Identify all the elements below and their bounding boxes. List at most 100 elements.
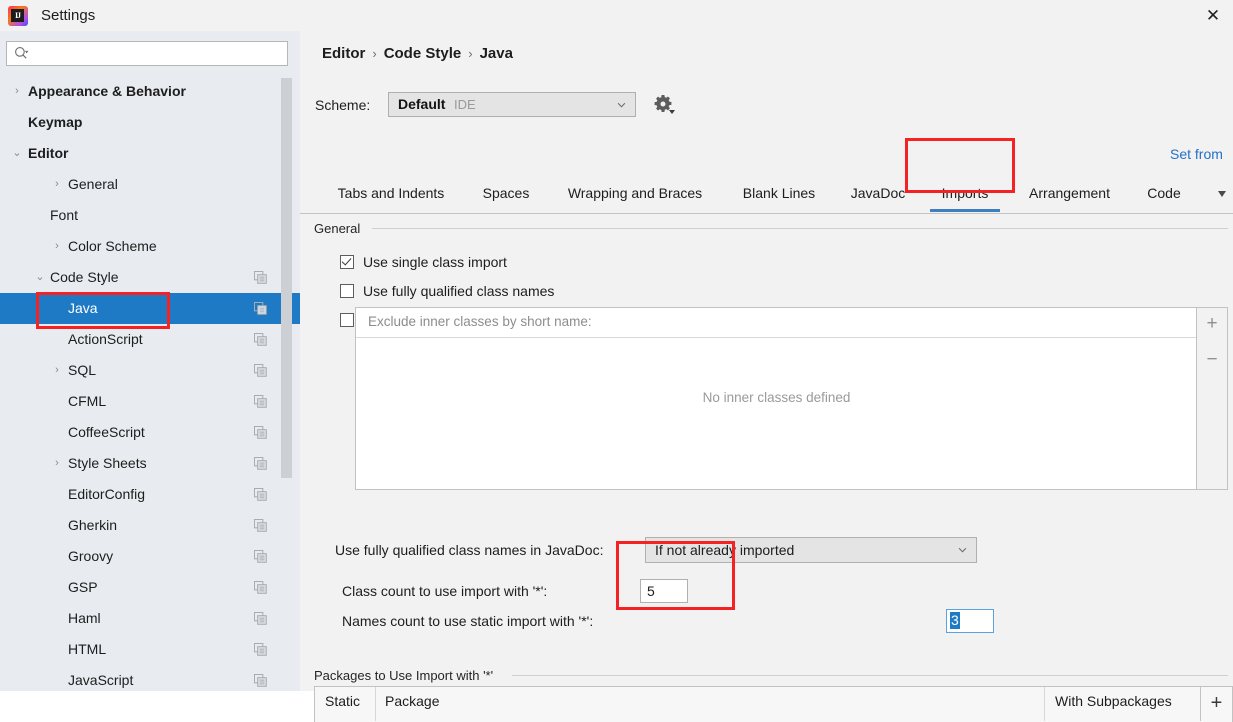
sidebar-item-label: General — [68, 176, 118, 192]
copy-icon[interactable] — [254, 581, 267, 594]
sidebar-scrollbar-thumb[interactable] — [281, 78, 292, 478]
copy-icon[interactable] — [254, 550, 267, 563]
sidebar-item-editorconfig[interactable]: EditorConfig — [0, 479, 300, 510]
sidebar-item-javascript[interactable]: JavaScript — [0, 665, 300, 691]
chevron-right-icon[interactable]: › — [50, 355, 64, 386]
tab-javadoc[interactable]: JavaDoc — [843, 175, 913, 213]
tab-code[interactable]: Code — [1142, 175, 1186, 213]
chevron-down-icon — [958, 547, 967, 553]
tab-blank-lines[interactable]: Blank Lines — [734, 175, 824, 213]
sidebar-item-java[interactable]: Java — [0, 293, 300, 324]
copy-icon[interactable] — [254, 302, 267, 315]
packages-column-package[interactable]: Package — [385, 693, 439, 709]
sidebar-item-keymap[interactable]: Keymap — [0, 107, 300, 138]
copy-icon[interactable] — [254, 674, 267, 687]
copy-icon[interactable] — [254, 426, 267, 439]
tab-tabs-and-indents[interactable]: Tabs and Indents — [325, 175, 457, 213]
sidebar-item-color-scheme[interactable]: › Color Scheme — [0, 231, 300, 262]
sidebar-item-actionscript[interactable]: ActionScript — [0, 324, 300, 355]
sidebar-item-code-style[interactable]: ⌄ Code Style — [0, 262, 300, 293]
tab-spaces[interactable]: Spaces — [475, 175, 537, 213]
settings-main-panel: Editor › Code Style › Java Scheme: Default I… — [300, 31, 1233, 722]
sidebar-item-sql[interactable]: › SQL — [0, 355, 300, 386]
exclude-table-empty-text: No inner classes defined — [702, 390, 851, 405]
packages-group-title: Packages to Use Import with '*' — [314, 668, 500, 683]
sidebar-item-gsp[interactable]: GSP — [0, 572, 300, 603]
sidebar-item-appearance-behavior[interactable]: › Appearance & Behavior — [0, 76, 300, 107]
copy-icon[interactable] — [254, 457, 267, 470]
copy-icon[interactable] — [254, 333, 267, 346]
packages-column-static[interactable]: Static — [325, 693, 360, 709]
copy-icon[interactable] — [254, 364, 267, 377]
sidebar-item-label: JavaScript — [68, 672, 134, 688]
chevron-right-icon[interactable]: › — [10, 76, 24, 107]
tab-label: Code — [1147, 185, 1181, 201]
sidebar-item-label: Style Sheets — [68, 455, 147, 471]
chevron-right-icon[interactable]: › — [50, 169, 64, 200]
packages-column-with-subpackages[interactable]: With Subpackages — [1055, 693, 1172, 709]
names-count-label: Names count to use static import with '*… — [342, 613, 594, 629]
scheme-settings-button[interactable] — [650, 93, 676, 117]
javadoc-fqn-dropdown[interactable]: If not already imported — [645, 537, 977, 563]
sidebar-item-label: Appearance & Behavior — [28, 83, 186, 99]
copy-icon[interactable] — [254, 519, 267, 532]
copy-icon[interactable] — [254, 612, 267, 625]
sidebar-item-font[interactable]: Font — [0, 200, 300, 231]
tab-label: Tabs and Indents — [337, 185, 445, 201]
sidebar-item-coffeescript[interactable]: CoffeeScript — [0, 417, 300, 448]
tab-wrapping-and-braces[interactable]: Wrapping and Braces — [555, 175, 715, 213]
sidebar-item-html[interactable]: HTML — [0, 634, 300, 665]
javadoc-fqn-label: Use fully qualified class names in JavaD… — [335, 542, 604, 558]
remove-inner-class-button[interactable]: − — [1197, 346, 1227, 376]
breadcrumb: Editor › Code Style › Java — [322, 45, 513, 62]
sidebar-item-haml[interactable]: Haml — [0, 603, 300, 634]
checkbox-unchecked-icon[interactable] — [340, 313, 354, 327]
sidebar-item-general[interactable]: › General — [0, 169, 300, 200]
chevron-right-icon[interactable]: › — [50, 231, 64, 262]
sidebar-item-gherkin[interactable]: Gherkin — [0, 510, 300, 541]
search-input[interactable] — [35, 42, 287, 67]
add-inner-class-button[interactable]: + — [1197, 310, 1227, 340]
chevron-down-icon — [617, 102, 626, 108]
checkbox-use-fully-qualified-class-names[interactable]: Use fully qualified class names — [340, 280, 554, 302]
window-title: Settings — [41, 7, 96, 24]
settings-tree[interactable]: › Appearance & Behavior Keymap ⌄ Editor › Gene… — [0, 76, 300, 691]
chevron-down-icon[interactable]: ⌄ — [33, 262, 47, 293]
general-group-title: General — [314, 221, 367, 236]
active-tab-indicator — [930, 209, 1000, 212]
sidebar-item-label: SQL — [68, 362, 97, 378]
breadcrumb-item[interactable]: Code Style — [384, 45, 462, 62]
checkbox-unchecked-icon[interactable] — [340, 284, 354, 298]
checkbox-label: Use fully qualified class names — [363, 283, 555, 299]
sidebar-item-cfml[interactable]: CFML — [0, 386, 300, 417]
packages-group-divider — [512, 675, 1228, 676]
packages-table[interactable]: Static Package With Subpackages + — [314, 686, 1233, 722]
exclude-inner-classes-table[interactable]: Exclude inner classes by short name: No … — [355, 307, 1228, 490]
chevron-down-icon[interactable] — [1216, 189, 1228, 199]
sidebar-item-style-sheets[interactable]: › Style Sheets — [0, 448, 300, 479]
sidebar-item-groovy[interactable]: Groovy — [0, 541, 300, 572]
checkbox-checked-icon[interactable] — [340, 255, 354, 269]
sidebar-item-editor[interactable]: ⌄ Editor — [0, 138, 300, 169]
checkbox-use-single-class-import[interactable]: Use single class import — [340, 251, 507, 273]
exclude-table-body[interactable]: No inner classes defined — [356, 338, 1197, 489]
sidebar-item-label: Editor — [28, 145, 69, 161]
set-from-link[interactable]: Set from — [1170, 146, 1223, 162]
class-count-input[interactable] — [640, 579, 688, 603]
copy-icon[interactable] — [254, 395, 267, 408]
scheme-label: Scheme: — [315, 97, 371, 113]
copy-icon[interactable] — [254, 271, 267, 284]
copy-icon[interactable] — [254, 488, 267, 501]
tab-arrangement[interactable]: Arrangement — [1018, 175, 1121, 213]
chevron-right-icon[interactable]: › — [50, 448, 64, 479]
breadcrumb-item[interactable]: Editor — [322, 45, 365, 62]
copy-icon[interactable] — [254, 643, 267, 656]
tab-label: Arrangement — [1029, 185, 1110, 201]
search-box[interactable] — [6, 41, 288, 67]
close-icon[interactable]: ✕ — [1203, 7, 1223, 25]
tab-imports[interactable]: Imports — [930, 175, 1000, 213]
scheme-dropdown[interactable]: Default IDE — [388, 92, 636, 117]
breadcrumb-item[interactable]: Java — [480, 45, 513, 62]
add-package-button[interactable]: + — [1200, 687, 1232, 721]
chevron-down-icon[interactable]: ⌄ — [10, 138, 24, 169]
